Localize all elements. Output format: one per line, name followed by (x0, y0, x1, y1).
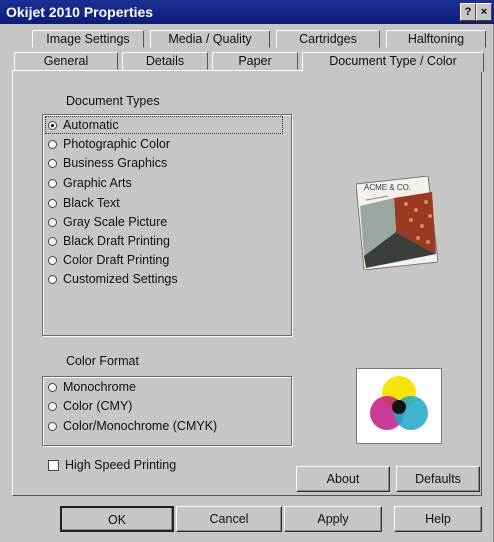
tab-details[interactable]: Details (122, 52, 208, 70)
radio-button[interactable] (48, 120, 57, 130)
cancel-button[interactable]: Cancel (176, 506, 282, 532)
tab-label: General (43, 54, 89, 68)
radio-business-graphics[interactable]: Business Graphics (48, 154, 167, 172)
radio-automatic[interactable]: Automatic (48, 116, 119, 134)
help-button[interactable]: Help (394, 506, 482, 532)
checkbox-label: High Speed Printing (65, 458, 177, 472)
tab-label: Halftoning (407, 32, 465, 46)
color-format-preview-image (356, 368, 442, 444)
radio-color-draft-printing[interactable]: Color Draft Printing (48, 251, 169, 269)
option-label: Color (CMY) (63, 399, 133, 413)
option-label: Business Graphics (63, 156, 168, 170)
option-label: Monochrome (63, 380, 136, 394)
option-label: Black Text (63, 196, 120, 210)
tab-label: Document Type / Color (329, 54, 457, 68)
option-label: Gray Scale Picture (63, 215, 168, 229)
radio-button[interactable] (48, 236, 57, 246)
close-title-button[interactable]: × (476, 3, 492, 21)
option-label: Automatic (63, 118, 119, 132)
radio-button[interactable] (48, 217, 57, 227)
color-format-label: Color Format (64, 354, 141, 368)
title-bar[interactable]: Okijet 2010 Properties ? × (0, 0, 494, 24)
option-label: Color/Monochrome (CMYK) (63, 419, 218, 433)
tab-row-front: General Details Paper Document Type / Co… (0, 52, 494, 72)
tab-row-back: Image Settings Media / Quality Cartridge… (0, 30, 494, 50)
radio-button[interactable] (48, 274, 57, 284)
apply-button[interactable]: Apply (284, 506, 382, 532)
radio-button[interactable] (48, 158, 57, 168)
tab-cartridges[interactable]: Cartridges (276, 30, 380, 48)
window-title: Okijet 2010 Properties (6, 4, 154, 20)
radio-button[interactable] (48, 139, 57, 149)
option-label: Photographic Color (63, 137, 171, 151)
preview-doc-text: ACME & CO. (364, 183, 411, 192)
radio-button[interactable] (48, 401, 57, 411)
tab-label: Image Settings (46, 32, 130, 46)
tab-label: Details (145, 54, 185, 68)
about-button[interactable]: About (296, 466, 390, 492)
option-label: Black Draft Printing (63, 234, 170, 248)
radio-monochrome[interactable]: Monochrome (48, 378, 136, 396)
option-label: Color Draft Printing (63, 253, 170, 267)
radio-gray-scale-picture[interactable]: Gray Scale Picture (48, 213, 167, 231)
tab-paper[interactable]: Paper (212, 52, 298, 70)
radio-button[interactable] (48, 255, 57, 265)
tab-document-type-color[interactable]: Document Type / Color (302, 52, 484, 72)
tab-label: Media / Quality (168, 32, 252, 46)
radio-color-cmy[interactable]: Color (CMY) (48, 397, 132, 415)
document-preview-image: ACME & CO. (356, 176, 438, 270)
radio-black-text[interactable]: Black Text (48, 194, 120, 212)
option-label: Customized Settings (63, 272, 178, 286)
ok-button[interactable]: OK (60, 506, 174, 532)
radio-photographic-color[interactable]: Photographic Color (48, 135, 170, 153)
document-types-label: Document Types (64, 94, 162, 108)
properties-dialog: Okijet 2010 Properties ? × Image Setting… (0, 0, 494, 542)
tab-image-settings[interactable]: Image Settings (32, 30, 144, 48)
radio-color-monochrome-cmyk[interactable]: Color/Monochrome (CMYK) (48, 417, 217, 435)
tab-halftoning[interactable]: Halftoning (386, 30, 486, 48)
help-title-button[interactable]: ? (460, 3, 476, 21)
tab-media-quality[interactable]: Media / Quality (150, 30, 270, 48)
tab-label: Paper (238, 54, 272, 68)
radio-black-draft-printing[interactable]: Black Draft Printing (48, 232, 170, 250)
option-label: Graphic Arts (63, 176, 132, 190)
tab-label: Cartridges (299, 32, 357, 46)
tab-general[interactable]: General (14, 52, 118, 70)
radio-customized-settings[interactable]: Customized Settings (48, 270, 178, 288)
radio-button[interactable] (48, 198, 57, 208)
defaults-button[interactable]: Defaults (396, 466, 480, 492)
high-speed-printing-checkbox[interactable]: High Speed Printing (48, 456, 176, 474)
checkbox[interactable] (48, 459, 59, 471)
radio-button[interactable] (48, 421, 57, 431)
radio-button[interactable] (48, 178, 57, 188)
radio-button[interactable] (48, 382, 57, 392)
radio-graphic-arts[interactable]: Graphic Arts (48, 174, 132, 192)
